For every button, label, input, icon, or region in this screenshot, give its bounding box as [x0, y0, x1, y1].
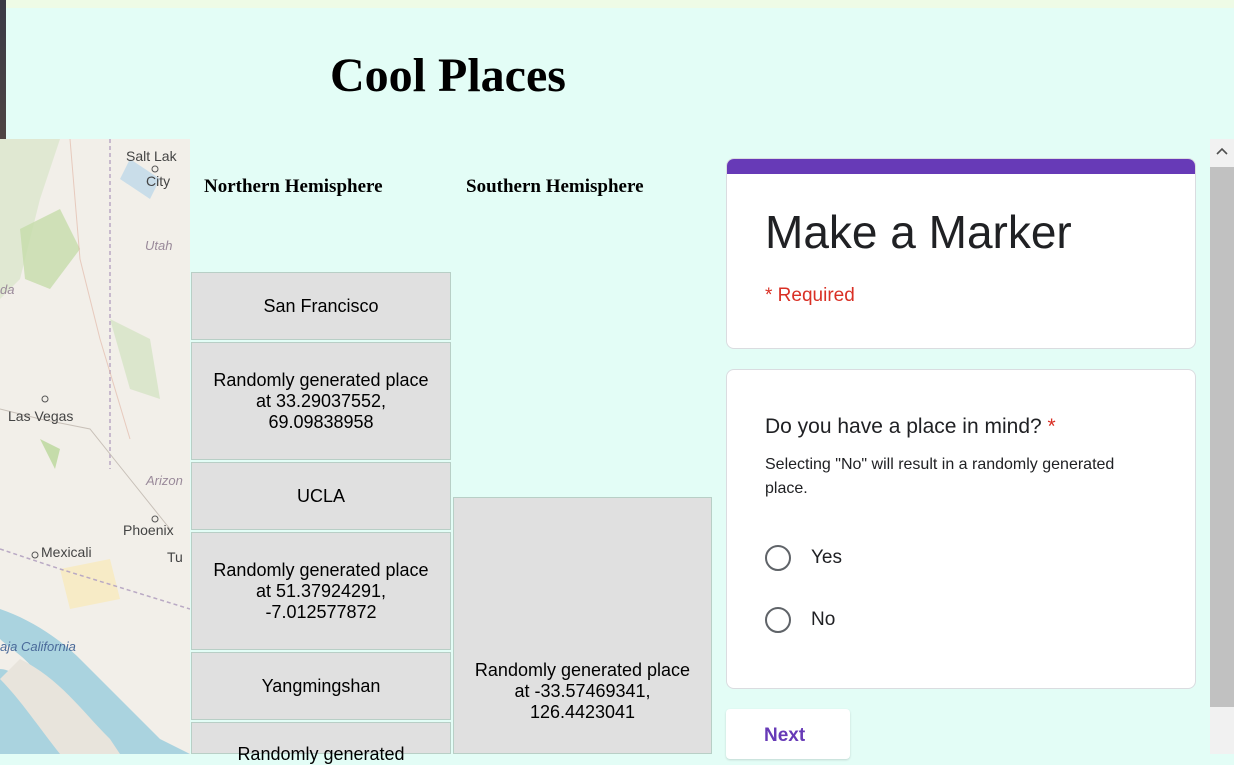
map-canvas: [0, 139, 190, 754]
map-label-nevada: da: [0, 282, 15, 297]
form-accent-bar: [727, 159, 1195, 174]
table-cell-northern: San Francisco: [191, 272, 451, 340]
question-card: Do you have a place in mind? * Selecting…: [726, 369, 1196, 689]
required-note: * Required: [765, 285, 855, 306]
next-button[interactable]: Next: [726, 709, 850, 759]
scrollbar-thumb[interactable]: [1210, 167, 1234, 707]
table-cell-northern: Randomly generated: [191, 722, 451, 764]
map-label-phoenix: Phoenix: [123, 522, 174, 538]
radio-option-yes[interactable]: Yes: [765, 542, 842, 574]
map-label-arizona: Arizon: [146, 473, 183, 488]
form-header-card: Make a Marker * Required: [726, 158, 1196, 349]
table-cell-northern: Randomly generated place at 33.29037552,…: [191, 342, 451, 460]
question-title: Do you have a place in mind? *: [765, 415, 1056, 439]
map-label-mexicali: Mexicali: [41, 544, 92, 560]
table-cell-northern: Randomly generated place at 51.37924291,…: [191, 532, 451, 650]
radio-label: Yes: [811, 547, 842, 568]
radio-option-no[interactable]: No: [765, 604, 835, 636]
radio-button[interactable]: [765, 607, 791, 633]
question-text: Do you have a place in mind?: [765, 415, 1042, 438]
required-asterisk: *: [1047, 415, 1056, 438]
table-cell-northern: Yangmingshan: [191, 652, 451, 720]
chevron-up-icon[interactable]: [1210, 139, 1234, 163]
scrollbar[interactable]: [1210, 139, 1234, 754]
question-help-text: Selecting "No" will result in a randomly…: [765, 456, 1115, 497]
map-label-city: City: [146, 173, 171, 189]
map-label-baja-california: aja California: [0, 639, 76, 654]
radio-button[interactable]: [765, 545, 791, 571]
radio-label: No: [811, 609, 836, 630]
form-title: Make a Marker: [765, 206, 1072, 258]
map-label-salt-lake: Salt Lak: [126, 148, 177, 164]
top-strip: [0, 0, 1234, 8]
map-label-las-vegas: Las Vegas: [8, 408, 74, 424]
column-header-northern: Northern Hemisphere: [204, 176, 383, 197]
map-label-utah: Utah: [145, 238, 173, 253]
column-header-southern: Southern Hemisphere: [466, 176, 644, 197]
map-label-tucson: Tu: [167, 549, 183, 565]
table-cell-southern: Randomly generated place at -33.57469341…: [453, 497, 712, 754]
map[interactable]: Salt Lak City Utah da Las Vegas Arizon P…: [0, 139, 190, 754]
page-title: Cool Places: [330, 49, 566, 102]
table-cell-northern: UCLA: [191, 462, 451, 530]
